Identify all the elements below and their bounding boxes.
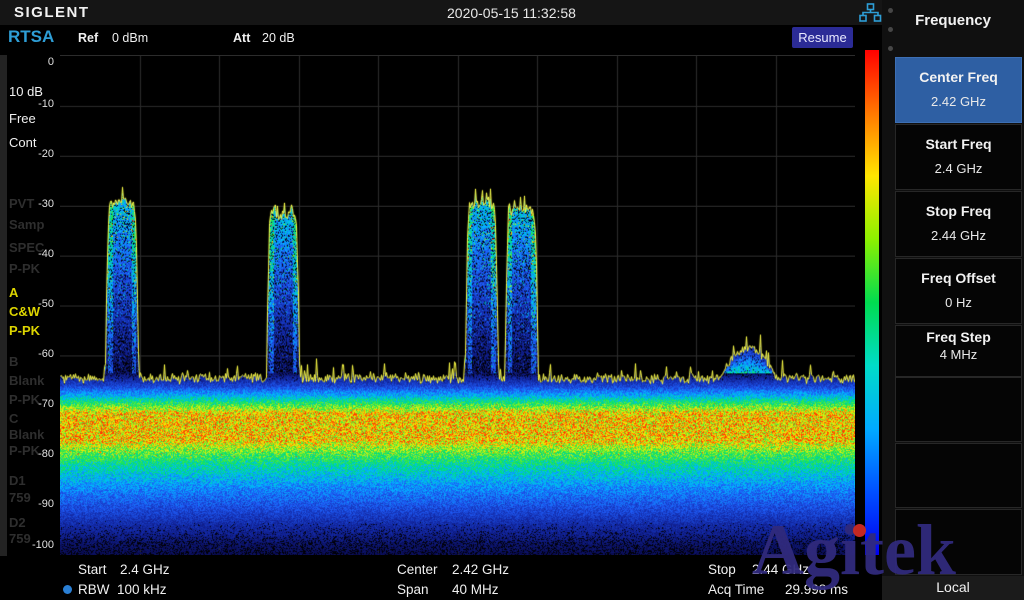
top-status-bar: SIGLENT 2020-05-15 11:32:58 bbox=[0, 0, 1024, 25]
menu-item-value: 2.44 GHz bbox=[896, 228, 1021, 243]
rtsa-screen: SIGLENT 2020-05-15 11:32:58 RTSA Ref 0 d… bbox=[0, 0, 1024, 600]
mode-label: RTSA bbox=[8, 27, 54, 47]
y-axis-tick-label: -70 bbox=[0, 398, 54, 410]
span-value: 40 MHz bbox=[452, 582, 499, 597]
menu-item-label: Start Freq bbox=[896, 136, 1021, 152]
acq-time-label: Acq Time bbox=[708, 582, 764, 597]
network-icon bbox=[859, 3, 882, 23]
menu-item-center-freq[interactable]: Center Freq 2.42 GHz bbox=[895, 57, 1022, 123]
y-axis-tick-label: -80 bbox=[0, 448, 54, 460]
menu-item-value: 2.42 GHz bbox=[896, 94, 1021, 109]
resume-button[interactable]: Resume bbox=[792, 27, 853, 48]
y-axis-tick-label: -30 bbox=[0, 198, 54, 210]
y-axis-tick-label: -90 bbox=[0, 498, 54, 510]
menu-item-empty bbox=[895, 509, 1022, 575]
center-freq-value: 2.42 GHz bbox=[452, 562, 509, 577]
ref-value: 0 dBm bbox=[112, 31, 148, 45]
start-freq-value: 2.4 GHz bbox=[120, 562, 170, 577]
y-axis: 0 -10 -20 -30 -40 -50 -60 -70 -80 -90 -100 bbox=[0, 55, 57, 555]
menu-item-start-freq[interactable]: Start Freq 2.4 GHz bbox=[895, 124, 1022, 190]
rbw-coupled-dot bbox=[63, 585, 72, 594]
att-label: Att bbox=[233, 31, 250, 45]
density-colorbar bbox=[865, 50, 879, 555]
start-freq-label: Start bbox=[78, 562, 107, 577]
menu-item-stop-freq[interactable]: Stop Freq 2.44 GHz bbox=[895, 191, 1022, 257]
menu-item-value: 0 Hz bbox=[896, 295, 1021, 310]
datetime-label: 2020-05-15 11:32:58 bbox=[447, 5, 576, 21]
rbw-value: 100 kHz bbox=[117, 582, 167, 597]
menu-item-label: Stop Freq bbox=[896, 203, 1021, 219]
menu-item-empty bbox=[895, 377, 1022, 442]
y-axis-tick-label: -20 bbox=[0, 148, 54, 160]
menu-item-freq-offset[interactable]: Freq Offset 0 Hz bbox=[895, 258, 1022, 324]
spectrum-canvas[interactable] bbox=[60, 55, 855, 555]
rbw-label: RBW bbox=[78, 582, 110, 597]
menu-item-empty bbox=[895, 443, 1022, 508]
menu-item-label: Center Freq bbox=[896, 69, 1021, 85]
y-axis-tick-label: 0 bbox=[0, 56, 54, 68]
menu-title: Frequency bbox=[882, 12, 1024, 29]
siglent-logo: SIGLENT bbox=[14, 4, 90, 21]
y-axis-tick-label: -100 bbox=[0, 539, 54, 551]
bottom-status-bar: Start 2.4 GHz RBW 100 kHz Center 2.42 GH… bbox=[0, 556, 882, 600]
ref-label: Ref bbox=[78, 31, 98, 45]
menu-item-label: Freq Step bbox=[896, 329, 1021, 345]
stop-freq-label: Stop bbox=[708, 562, 736, 577]
frequency-menu: Frequency Center Freq 2.42 GHz Start Fre… bbox=[882, 0, 1024, 600]
span-label: Span bbox=[397, 582, 429, 597]
acq-time-value: 29.998 ms bbox=[785, 582, 848, 597]
att-value: 20 dB bbox=[262, 31, 295, 45]
y-axis-tick-label: -40 bbox=[0, 248, 54, 260]
center-freq-label: Center bbox=[397, 562, 438, 577]
menu-item-freq-step[interactable]: Freq Step 4 MHz Auto Manual bbox=[895, 325, 1022, 377]
y-axis-tick-label: -10 bbox=[0, 98, 54, 110]
menu-item-label: Freq Offset bbox=[896, 270, 1021, 286]
menu-item-value: 2.4 GHz bbox=[896, 161, 1021, 176]
y-axis-tick-label: -50 bbox=[0, 298, 54, 310]
stop-freq-value: 2.44 GHz bbox=[752, 562, 809, 577]
menu-item-value: 4 MHz bbox=[896, 347, 1021, 362]
local-button[interactable]: Local bbox=[882, 576, 1024, 600]
y-axis-tick-label: -60 bbox=[0, 348, 54, 360]
